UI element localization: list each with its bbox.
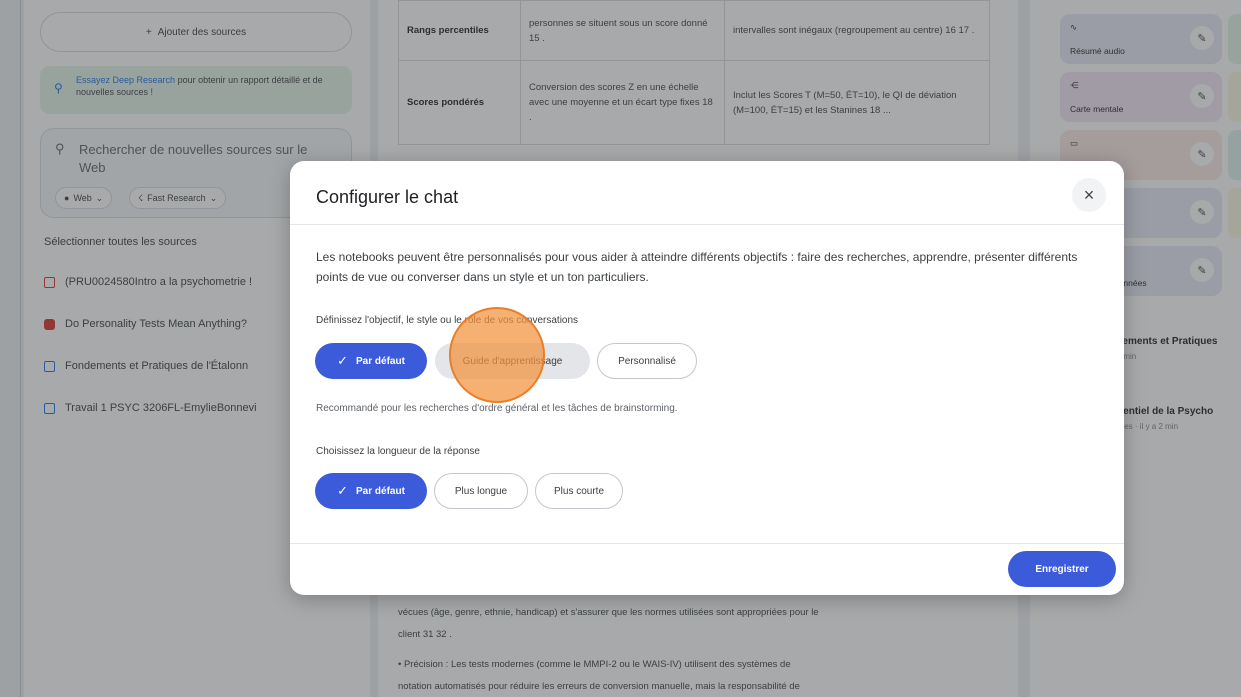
length-option-default[interactable]: ✓ Par défaut <box>315 473 427 509</box>
header-divider <box>290 224 1124 225</box>
check-icon: ✓ <box>337 483 348 498</box>
goal-option-label: Par défaut <box>356 355 405 367</box>
length-option-label: Par défaut <box>356 485 405 497</box>
click-indicator <box>449 307 545 403</box>
dialog-description: Les notebooks peuvent être personnalisés… <box>316 250 1078 284</box>
goal-option-label: Personnalisé <box>618 355 676 367</box>
close-icon: × <box>1083 184 1095 205</box>
length-option-longer[interactable]: Plus longue <box>434 473 528 509</box>
length-option-shorter[interactable]: Plus courte <box>535 473 623 509</box>
footer-divider <box>290 543 1124 544</box>
length-option-label: Plus longue <box>454 485 508 497</box>
configure-chat-dialog: Configurer le chat × Les notebooks peuve… <box>290 161 1124 595</box>
check-icon: ✓ <box>337 353 348 368</box>
goal-option-custom[interactable]: Personnalisé <box>597 343 697 379</box>
goal-section-label: Définissez l'objectif, le style ou le rô… <box>316 315 579 326</box>
goal-hint: Recommandé pour les recherches d'ordre g… <box>316 403 678 414</box>
length-section-label: Choisissez la longueur de la réponse <box>316 446 480 457</box>
goal-option-default[interactable]: ✓ Par défaut <box>315 343 427 379</box>
length-option-label: Plus courte <box>553 485 605 497</box>
close-button[interactable]: × <box>1072 178 1106 212</box>
dialog-title: Configurer le chat <box>316 187 459 207</box>
save-button[interactable]: Enregistrer <box>1008 551 1116 587</box>
